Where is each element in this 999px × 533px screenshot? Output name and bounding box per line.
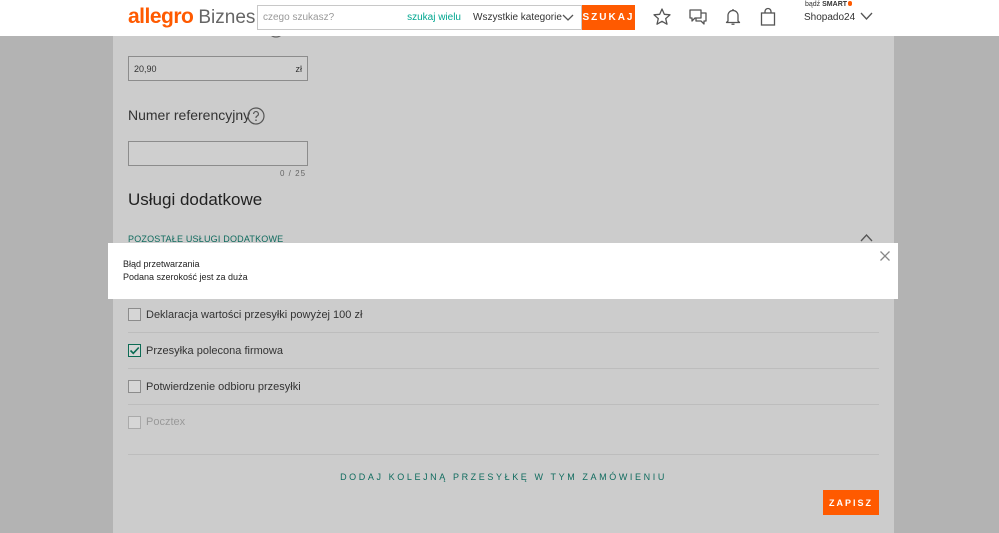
price-field[interactable]: 20,90 zł <box>128 56 308 81</box>
smart-badge[interactable]: bądź SMART <box>805 1 853 8</box>
service-option[interactable]: Przesyłka polecona firmowa <box>128 333 879 369</box>
help-icon[interactable] <box>247 107 265 125</box>
bell-icon[interactable] <box>723 7 743 27</box>
logo-suffix: Biznes <box>198 7 256 28</box>
close-icon[interactable] <box>879 250 891 262</box>
category-select[interactable]: Wszystkie kategorie <box>466 5 582 30</box>
chevron-down-icon[interactable] <box>860 12 873 21</box>
search-button[interactable]: SZUKAJ <box>582 5 635 30</box>
reference-title: Numer referencyjny <box>128 107 251 123</box>
error-dialog: Błąd przetwarzania Podana szerokość jest… <box>108 243 898 299</box>
top-header: allegro Biznes szukaj wielu Wszystkie ka… <box>0 0 999 36</box>
search-input[interactable] <box>263 12 403 23</box>
chevron-down-icon <box>562 14 574 21</box>
chat-icon[interactable] <box>688 7 708 27</box>
search-box: szukaj wielu <box>257 5 467 30</box>
reference-input[interactable] <box>128 141 308 166</box>
service-option[interactable]: Deklaracja wartości przesyłki powyżej 10… <box>128 297 879 333</box>
divider <box>128 454 879 455</box>
user-account-name[interactable]: Shopado24 <box>804 12 855 23</box>
category-selected-value: Wszystkie kategorie <box>473 12 562 23</box>
services-title: Usługi dodatkowe <box>128 190 263 209</box>
check-icon <box>129 346 140 355</box>
chevron-up-icon[interactable] <box>860 233 873 242</box>
service-option: Pocztex <box>128 404 879 440</box>
logo-brand: allegro <box>128 5 194 28</box>
price-value: 20,90 <box>134 63 157 74</box>
reference-char-counter: 0 / 25 <box>280 169 307 178</box>
service-option-label: Deklaracja wartości przesyłki powyżej 10… <box>146 308 363 321</box>
save-button[interactable]: ZAPISZ <box>823 490 879 515</box>
service-option[interactable]: Potwierdzenie odbioru przesyłki <box>128 369 879 405</box>
dialog-message: Podana szerokość jest za duża <box>123 272 248 282</box>
smart-dot-icon <box>848 1 853 6</box>
smart-prefix: bądź <box>805 1 821 8</box>
cart-bag-icon[interactable] <box>758 7 778 27</box>
checkbox[interactable] <box>128 380 141 393</box>
dialog-title: Błąd przetwarzania <box>123 259 200 269</box>
service-option-label: Potwierdzenie odbioru przesyłki <box>146 380 301 393</box>
price-currency: zł <box>295 63 303 74</box>
checkbox-checked[interactable] <box>128 344 141 357</box>
service-option-label: Przesyłka polecona firmowa <box>146 344 283 357</box>
allegro-biznes-logo[interactable]: allegro Biznes <box>128 5 255 29</box>
checkbox[interactable] <box>128 308 141 321</box>
star-icon[interactable] <box>652 7 672 27</box>
smart-brand: SMART <box>822 1 848 8</box>
checkbox-disabled <box>128 415 141 429</box>
search-many-link[interactable]: szukaj wielu <box>407 12 461 23</box>
service-option-label: Pocztex <box>146 416 186 428</box>
add-shipment-link[interactable]: DODAJ KOLEJNĄ PRZESYŁKĘ W TYM ZAMÓWIENIU <box>128 472 879 482</box>
